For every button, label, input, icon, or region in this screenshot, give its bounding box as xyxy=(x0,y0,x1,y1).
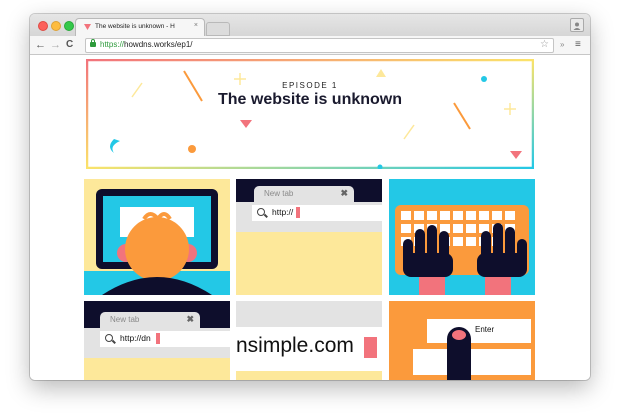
user-at-monitor-illustration xyxy=(84,189,230,295)
forward-arrow-icon[interactable]: → xyxy=(50,38,61,52)
panel-new-tab: New tab ✖ xyxy=(254,186,354,202)
window-maximize-button[interactable] xyxy=(64,21,74,31)
browser-menu-icon[interactable]: ≡ xyxy=(575,39,581,50)
panel-domain-text: nsimple.com xyxy=(236,334,354,357)
reload-icon[interactable]: C xyxy=(66,38,73,52)
panel-bottom-strip xyxy=(236,371,382,380)
comic-panel-hands-typing xyxy=(389,179,535,295)
url-path: howdns.works/ep1/ xyxy=(124,40,193,49)
tab-active[interactable]: The website is unknown - H × xyxy=(75,18,205,37)
tab-title: The website is unknown - H xyxy=(95,23,175,30)
episode-hero-banner: EPISODE 1 The website is unknown xyxy=(86,59,534,169)
panel-top-strip xyxy=(236,301,382,327)
episode-title: The website is unknown xyxy=(217,91,403,108)
bookmark-star-icon[interactable]: ☆ xyxy=(540,39,549,50)
page-content: EPISODE 1 The website is unknown New tab xyxy=(30,55,590,380)
panel-address-bar: http://dn xyxy=(84,328,230,350)
panel-new-tab: New tab ✖ xyxy=(100,312,200,328)
panel-tab-label: New tab xyxy=(264,189,294,198)
enter-key-illustration xyxy=(389,301,535,380)
address-bar[interactable]: https://howdns.works/ep1/ ☆ xyxy=(85,38,554,53)
comic-panel-user-at-computer xyxy=(84,179,230,295)
lock-icon xyxy=(90,39,96,47)
url-scheme: https:// xyxy=(100,40,125,49)
new-tab-button[interactable] xyxy=(206,22,230,36)
hero-confetti-illustration xyxy=(86,59,534,169)
magnifier-icon xyxy=(257,208,265,216)
browser-window: The website is unknown - H × ← → C https… xyxy=(30,14,590,380)
tab-close-icon[interactable]: × xyxy=(194,22,198,29)
panel-url-field: http://dn xyxy=(100,331,230,347)
browser-toolbar: ← → C https://howdns.works/ep1/ ☆ » ≡ xyxy=(30,36,590,55)
panel-page-top xyxy=(236,224,382,232)
panel-address-bar: http:// xyxy=(236,202,382,224)
text-cursor xyxy=(156,333,160,344)
window-minimize-button[interactable] xyxy=(51,21,61,31)
comic-panel-press-enter: Enter xyxy=(389,301,535,380)
panel-url-text: http:// xyxy=(272,207,294,217)
panel-tab-close-icon: ✖ xyxy=(186,314,194,324)
text-cursor xyxy=(296,207,300,218)
tab-bar: The website is unknown - H × xyxy=(30,14,590,37)
enter-key-label: Enter xyxy=(475,325,495,334)
panel-tab-label: New tab xyxy=(110,315,140,324)
hands-on-keyboard-illustration xyxy=(389,179,535,295)
back-arrow-icon[interactable]: ← xyxy=(35,38,46,52)
site-favicon-icon xyxy=(84,24,91,30)
panel-page-top xyxy=(84,350,230,358)
magnifier-icon xyxy=(105,334,113,342)
comic-panel-domain-zoom: nsimple.com xyxy=(236,301,382,380)
comic-panel-typing-url: New tab ✖ http://dn xyxy=(84,301,230,380)
episode-label: EPISODE 1 xyxy=(282,81,338,90)
text-cursor xyxy=(364,337,377,358)
comic-panel-new-tab: New tab ✖ http:// xyxy=(236,179,382,295)
panel-url-text: http://dn xyxy=(120,333,151,343)
extensions-overflow-icon[interactable]: » xyxy=(560,40,564,49)
panel-url-field: http:// xyxy=(252,205,382,221)
window-close-button[interactable] xyxy=(38,21,48,31)
address-bar-url: https://howdns.works/ep1/ xyxy=(100,40,193,49)
profile-icon[interactable] xyxy=(570,18,584,32)
panel-tab-close-icon: ✖ xyxy=(340,188,348,198)
